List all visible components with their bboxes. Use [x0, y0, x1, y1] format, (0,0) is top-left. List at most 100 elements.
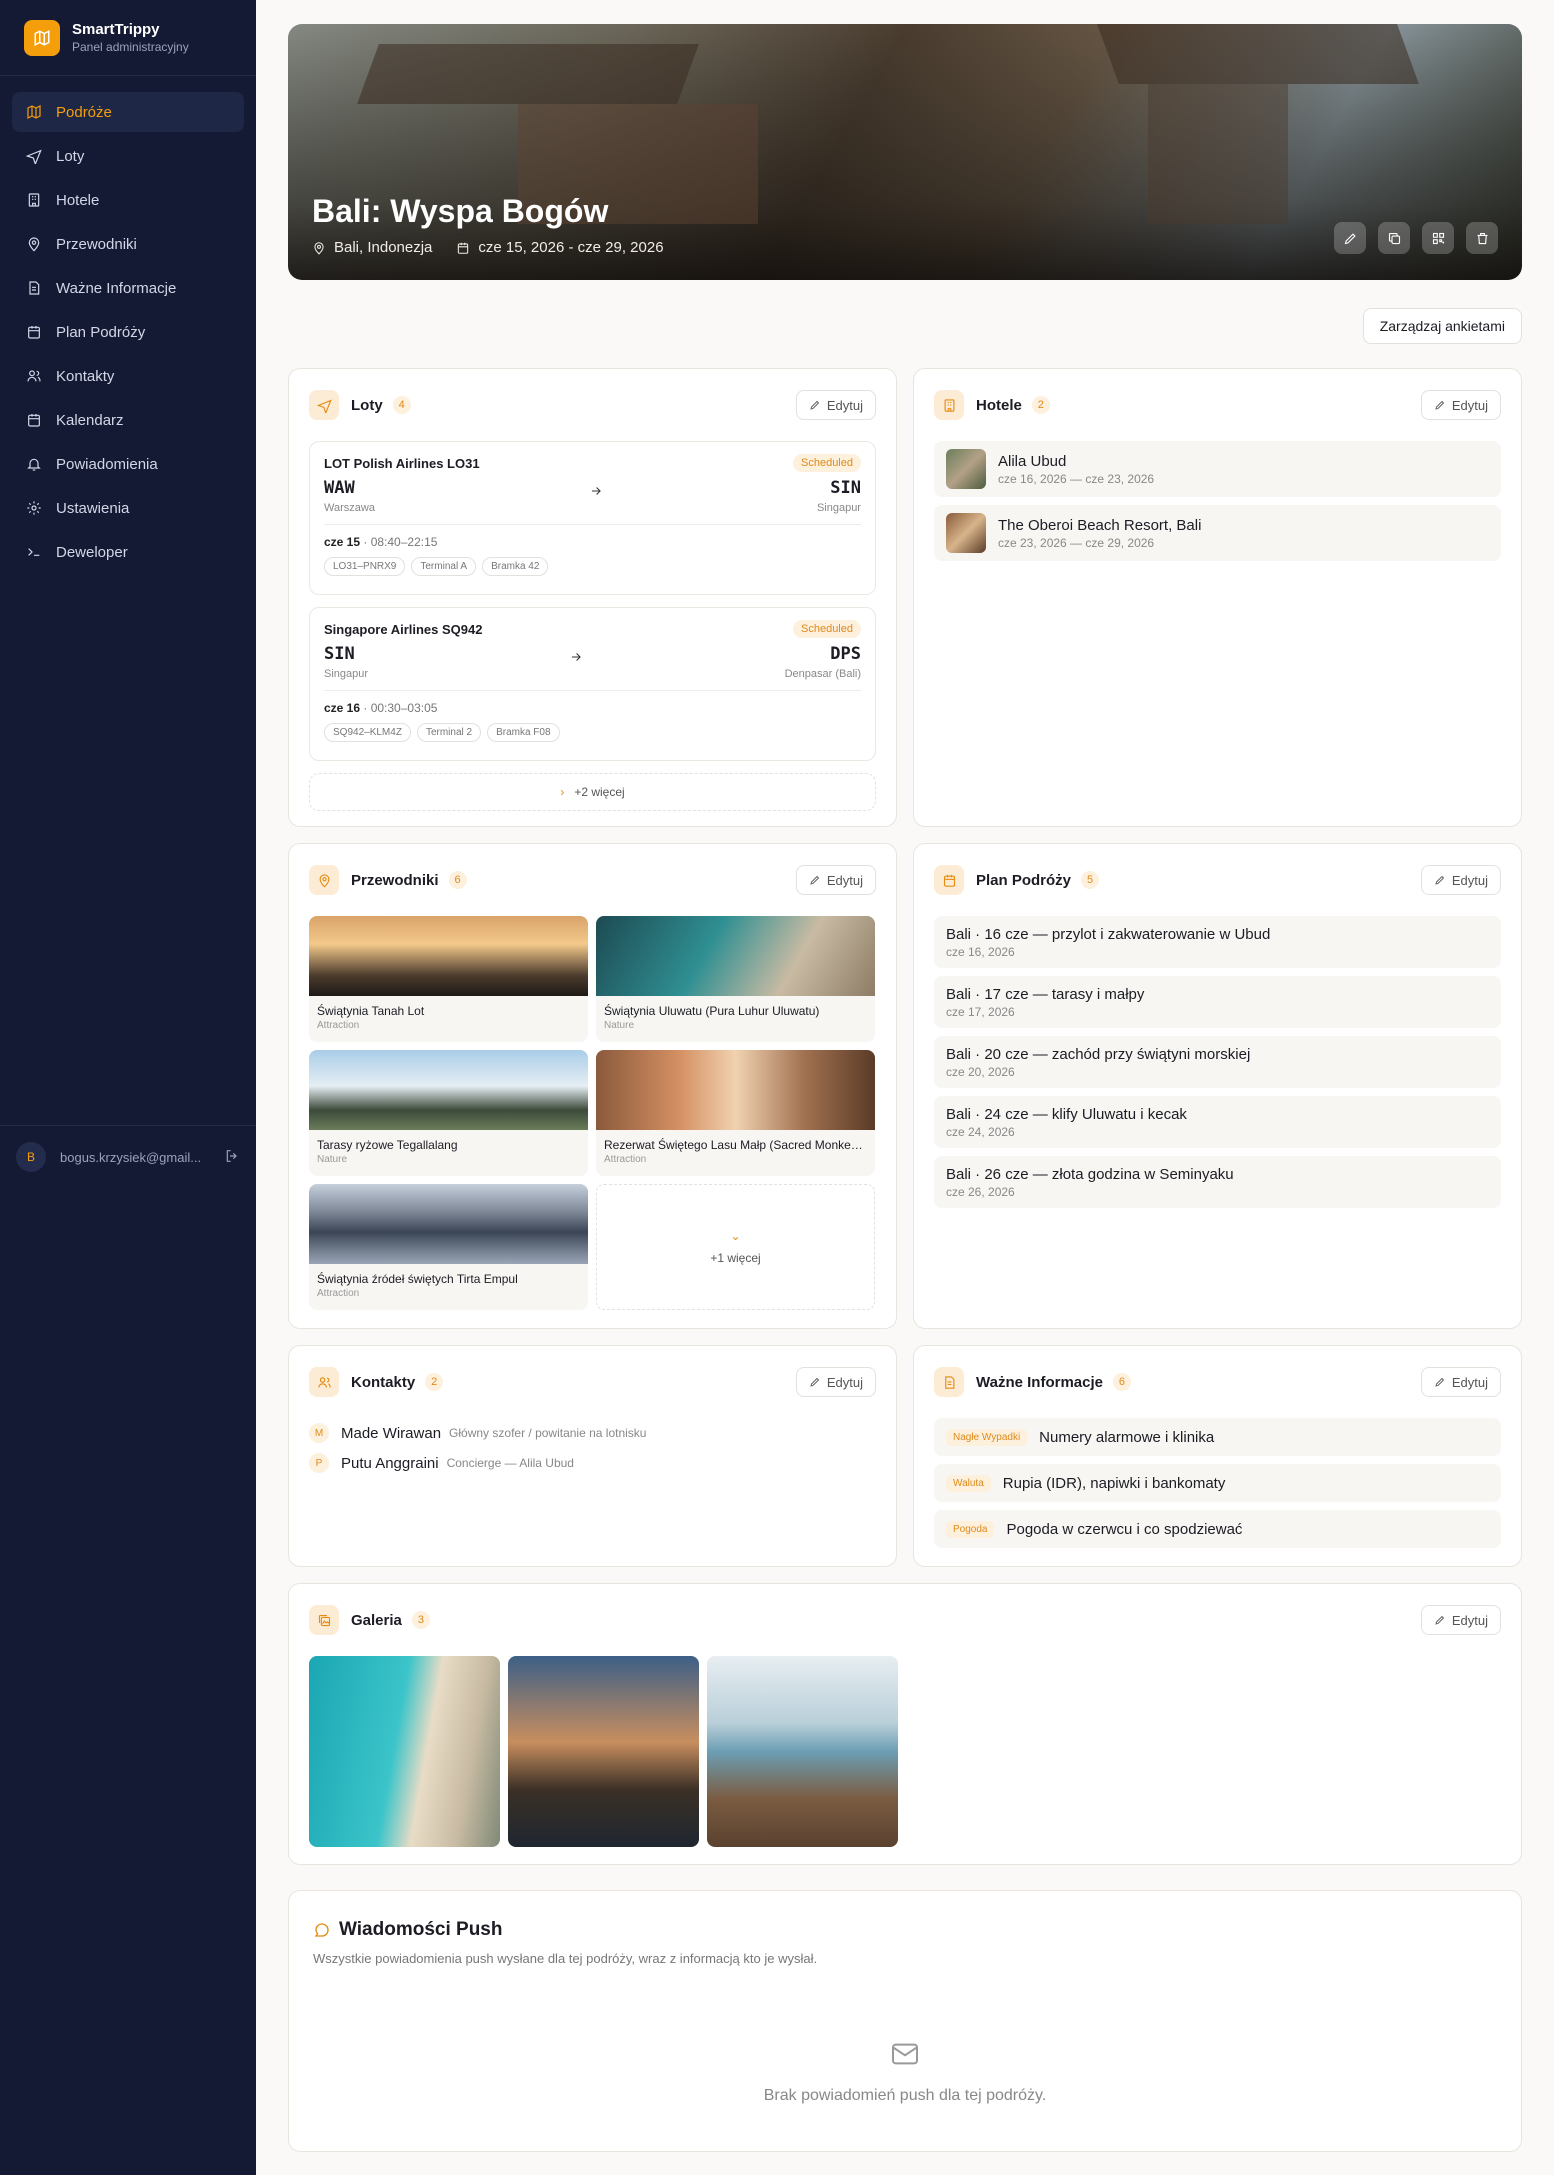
copy-icon [1388, 232, 1400, 244]
card-title: Loty [351, 396, 383, 414]
brand[interactable]: SmartTrippy Panel administracyjny [0, 0, 256, 76]
edit-label: Edytuj [826, 397, 863, 413]
info-item[interactable]: Waluta Rupia (IDR), napiwki i bankomaty [934, 1464, 1501, 1502]
calendar-icon [28, 326, 40, 339]
pencil-icon [1435, 875, 1444, 885]
delete-trip-button[interactable] [1466, 222, 1498, 254]
pin-icon [314, 241, 324, 255]
logout-button[interactable] [224, 1148, 240, 1167]
qr-code-button[interactable] [1422, 222, 1454, 254]
edit-gallery-button[interactable]: Edytuj [1420, 1605, 1501, 1635]
sidebar-item-wazne-informacje[interactable]: Ważne Informacje [12, 268, 244, 308]
sidebar-item-ustawienia[interactable]: Ustawienia [12, 488, 244, 528]
important-info-card: Ważne Informacje 6 Edytuj Nagłe Wypadki N… [913, 1345, 1522, 1567]
edit-label: Edytuj [826, 1374, 863, 1390]
sidebar-item-powiadomienia[interactable]: Powiadomienia [12, 444, 244, 484]
card-title: Galeria [351, 1611, 402, 1629]
trash-icon [1477, 232, 1487, 244]
guide-type: Nature [317, 1154, 348, 1165]
gallery-image[interactable] [707, 1656, 898, 1847]
hero-actions [1334, 222, 1498, 254]
info-item[interactable]: Pogoda Pogoda w czerwcu i co spodziewać [934, 1510, 1501, 1548]
push-empty-state: Brak powiadomień push dla tej podróży. [289, 2038, 1521, 2105]
pencil-icon [1344, 232, 1356, 244]
sidebar-item-label: Kalendarz [56, 411, 124, 429]
push-title: Wiadomości Push [289, 1891, 1521, 1941]
calendar-icon [28, 414, 40, 427]
sidebar-item-kontakty[interactable]: Kontakty [12, 356, 244, 396]
plan-item[interactable]: Bali · 16 cze — przylot i zakwaterowanie… [934, 916, 1501, 968]
to-code: SIN [830, 478, 861, 498]
guide-type: Nature [604, 1020, 635, 1031]
count-badge: 2 [425, 1373, 444, 1391]
contact-role: Concierge — Alila Ubud [446, 1456, 574, 1470]
edit-trip-button[interactable] [1334, 222, 1366, 254]
flight-name: Singapore Airlines SQ942 [324, 621, 483, 637]
guide-item[interactable]: Świątynia źródeł świętych Tirta Empul Att… [309, 1184, 588, 1310]
sidebar-item-loty[interactable]: Loty [12, 136, 244, 176]
pencil-icon [810, 400, 819, 410]
guide-item[interactable]: Świątynia Uluwatu (Pura Luhur Uluwatu) Na… [596, 916, 875, 1042]
pencil-icon [1435, 1615, 1444, 1625]
sidebar-item-label: Podróże [56, 103, 112, 121]
users-icon [27, 370, 41, 382]
flight-name: LOT Polish Airlines LO31 [324, 455, 480, 471]
plane-icon [26, 149, 42, 164]
gallery-image[interactable] [508, 1656, 699, 1847]
hotel-item[interactable]: The Oberoi Beach Resort, Bali cze 23, 202… [934, 505, 1501, 561]
contacts-card: Kontakty 2 Edytuj M Made Wirawan Główny sz… [288, 1345, 897, 1567]
guide-item[interactable]: Świątynia Tanah Lot Attraction [309, 916, 588, 1042]
guide-item[interactable]: Rezerwat Świętego Lasu Małp (Sacred Monk… [596, 1050, 875, 1176]
flight-item[interactable]: Singapore Airlines SQ942 Scheduled SIN Sin… [309, 607, 876, 761]
status-badge: Scheduled [793, 454, 861, 472]
trip-title: Bali: Wyspa Bogów [312, 193, 609, 229]
push-empty-text: Brak powiadomień push dla tej podróży. [763, 2087, 1047, 2104]
gear-icon [27, 501, 41, 515]
flight-time: cze 15 · 08:40–22:15 [324, 535, 861, 549]
edit-label: Edytuj [1451, 397, 1488, 413]
sidebar-item-podroze[interactable]: Podróże [12, 92, 244, 132]
images-icon [309, 1605, 339, 1635]
plan-item[interactable]: Bali · 26 cze — złota godzina w Seminyak… [934, 1156, 1501, 1208]
sidebar-item-deweloper[interactable]: Deweloper [12, 532, 244, 572]
edit-info-button[interactable]: Edytuj [1420, 1367, 1501, 1397]
edit-guides-button[interactable]: Edytuj [795, 865, 876, 895]
plan-item[interactable]: Bali · 24 cze — klify Uluwatu i kecak cze… [934, 1096, 1501, 1148]
trip-dates-text: cze 15, 2026 - cze 29, 2026 [478, 239, 664, 256]
manage-surveys-button[interactable]: Zarządzaj ankietami [1362, 308, 1522, 344]
edit-flights-button[interactable]: Edytuj [795, 390, 876, 420]
edit-contacts-button[interactable]: Edytuj [795, 1367, 876, 1397]
sidebar-item-kalendarz[interactable]: Kalendarz [12, 400, 244, 440]
flight-route: SIN Singapur DPS Denpasar (Bali) [324, 644, 861, 691]
guide-name: Rezerwat Świętego Lasu Małp (Sacred Monk… [604, 1138, 875, 1152]
edit-plan-button[interactable]: Edytuj [1420, 865, 1501, 895]
hero-image-shape [1148, 84, 1288, 224]
sidebar-item-label: Przewodniki [56, 235, 137, 253]
sidebar-item-hotele[interactable]: Hotele [12, 180, 244, 220]
hotels-card: Hotele 2 Edytuj Alila Ubud cze 16, 2026 —… [913, 368, 1522, 827]
card-header: Loty 4 Edytuj [289, 369, 896, 441]
info-item[interactable]: Nagłe Wypadki Numery alarmowe i klinika [934, 1418, 1501, 1456]
flight-item[interactable]: LOT Polish Airlines LO31 Scheduled WAW War… [309, 441, 876, 595]
sidebar-item-przewodniki[interactable]: Przewodniki [12, 224, 244, 264]
duplicate-trip-button[interactable] [1378, 222, 1410, 254]
trip-hero: Bali: Wyspa Bogów Bali, Indonezja cze 15… [288, 24, 1522, 280]
gallery-image[interactable] [309, 1656, 500, 1847]
guide-item[interactable]: Tarasy ryżowe Tegallalang Nature [309, 1050, 588, 1176]
plan-item[interactable]: Bali · 17 cze — tarasy i małpy cze 17, 20… [934, 976, 1501, 1028]
show-more-guides-button[interactable]: ⌄ +1 więcej [596, 1184, 875, 1310]
plan-item[interactable]: Bali · 20 cze — zachód przy świątyni mor… [934, 1036, 1501, 1088]
contact-item[interactable]: P Putu Anggraini Concierge — Alila Ubud [289, 1448, 896, 1478]
sidebar-item-plan-podrozy[interactable]: Plan Podróży [12, 312, 244, 352]
users-icon [309, 1367, 339, 1397]
guide-name: Świątynia Uluwatu (Pura Luhur Uluwatu) [604, 1004, 820, 1018]
show-more-flights-button[interactable]: › +2 więcej [309, 773, 876, 811]
contact-item[interactable]: M Made Wirawan Główny szofer / powitanie n… [289, 1418, 896, 1448]
pin-icon [28, 237, 40, 252]
push-description: Wszystkie powiadomienia push wysłane dla… [313, 1951, 818, 1966]
edit-hotels-button[interactable]: Edytuj [1420, 390, 1501, 420]
hero-image-shape [1097, 24, 1419, 84]
hotel-item[interactable]: Alila Ubud cze 16, 2026 — cze 23, 2026 [934, 441, 1501, 497]
plan-date: cze 17, 2026 [946, 1004, 1015, 1019]
count-badge: 6 [448, 871, 467, 889]
